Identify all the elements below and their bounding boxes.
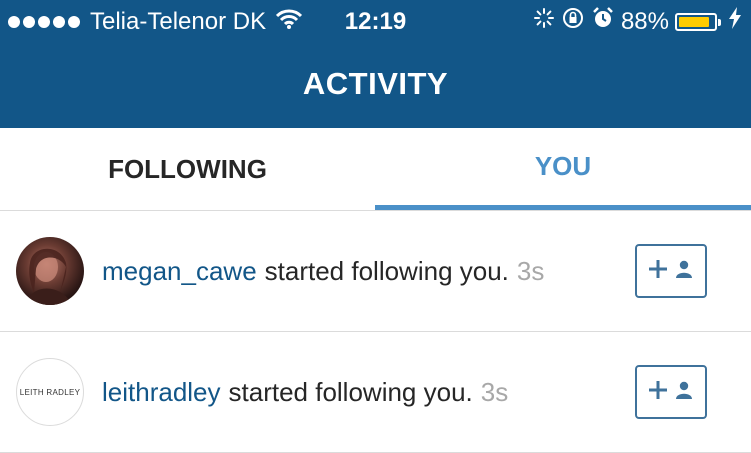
battery-percent: 88% [620,7,669,35]
alarm-icon [591,6,615,37]
activity-action: started following you. [228,376,473,407]
activity-text: leithradley started following you. 3s [102,332,508,452]
activity-tabs: FOLLOWING YOU [0,128,751,211]
username-link[interactable]: megan_cawe [102,256,257,287]
activity-spinner-icon [533,7,555,36]
activity-action: started following you. [264,255,509,286]
avatar[interactable]: LEITH RADLEY [16,358,84,426]
add-user-icon [649,258,693,285]
avatar-text: LEITH RADLEY [19,387,81,397]
activity-time: 3s [480,376,509,407]
list-item[interactable]: LEITH RADLEY leithradley started followi… [0,332,751,453]
activity-time: 3s [516,255,545,286]
app-header: Telia-Telenor DK 12:19 88% ACTIVITY [0,0,751,128]
avatar-photo [26,248,72,305]
tab-following[interactable]: FOLLOWING [0,128,375,210]
tab-you[interactable]: YOU [375,128,751,210]
username-link[interactable]: leithradley [102,377,221,408]
follow-back-button[interactable] [635,365,707,419]
list-item[interactable]: megan_cawe started following you. 3s [0,211,751,332]
orientation-lock-icon [561,6,585,37]
activity-text: megan_cawe started following you. 3s [102,211,544,331]
page-title: ACTIVITY [302,66,449,101]
status-right: 88% [533,6,741,37]
battery-icon [675,12,721,31]
add-user-icon [649,379,693,406]
battery-fill [679,16,709,27]
charging-bolt-icon [729,7,741,36]
follow-back-button[interactable] [635,244,707,298]
avatar[interactable] [16,237,84,305]
status-bar: Telia-Telenor DK 12:19 88% [0,0,751,42]
